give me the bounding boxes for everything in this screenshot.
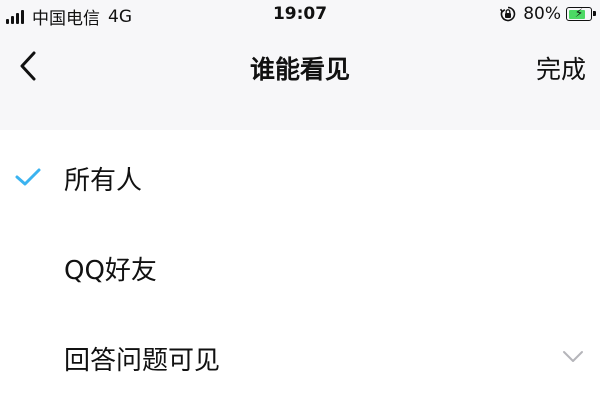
option-label: 回答问题可见 (64, 346, 221, 376)
done-button[interactable]: 完成 (536, 50, 586, 86)
option-answer-question[interactable]: 回答问题可见 (0, 310, 600, 400)
visibility-options-list: 所有人 QQ好友 回答问题可见 (0, 130, 600, 400)
battery-icon: ⚡ (566, 6, 596, 21)
option-label: QQ好友 (64, 256, 157, 286)
option-everyone[interactable]: 所有人 (0, 130, 600, 220)
option-qq-friends[interactable]: QQ好友 (0, 220, 600, 310)
battery-cap (593, 11, 596, 16)
charging-bolt-icon: ⚡ (574, 6, 584, 20)
orientation-lock-icon (500, 6, 516, 22)
battery-percent: 80% (523, 4, 561, 24)
section-gap (0, 108, 600, 130)
chevron-down-icon[interactable] (562, 350, 584, 364)
status-right: 80% ⚡ (499, 4, 596, 24)
option-label: 所有人 (64, 166, 143, 196)
page-title: 谁能看见 (249, 55, 350, 84)
nav-bar: 谁能看见 完成 (0, 30, 600, 108)
check-icon (15, 168, 41, 186)
status-bar: 中国电信 4G 19:07 80% ⚡ (0, 0, 600, 30)
